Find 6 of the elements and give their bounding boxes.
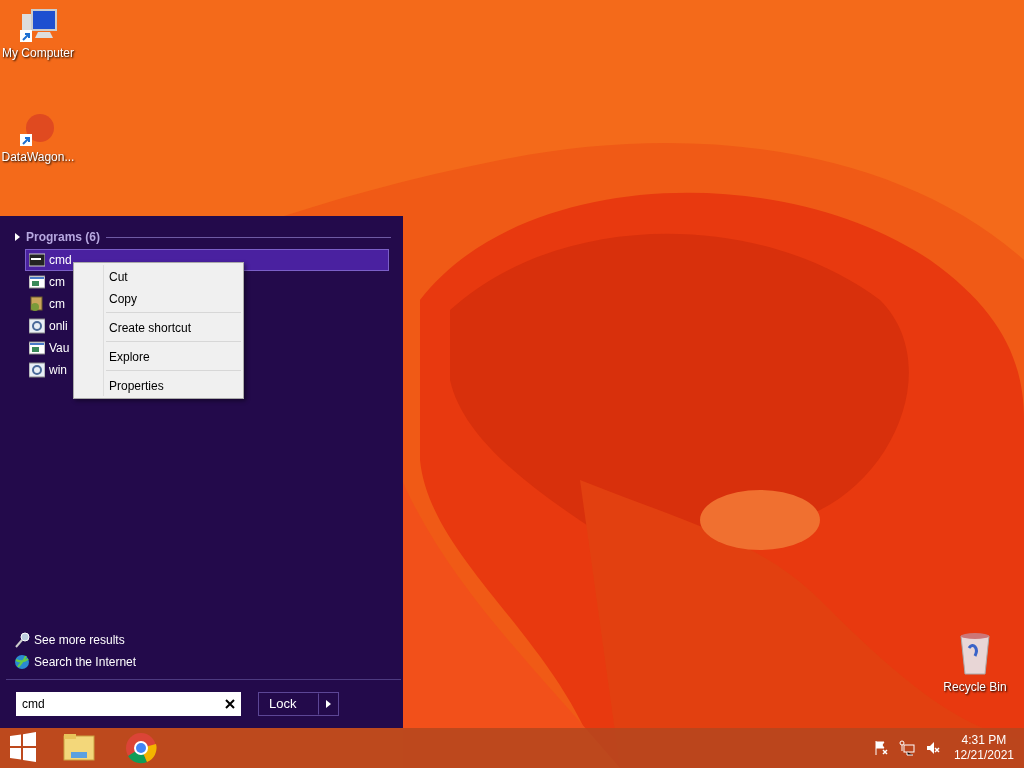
icon-label: Recycle Bin — [943, 679, 1007, 696]
clock-date: 12/21/2021 — [953, 748, 1014, 763]
icon-label: DataWagon... — [1, 149, 75, 166]
icon-label: My Computer — [2, 45, 74, 62]
clock-time: 4:31 PM — [960, 733, 1008, 748]
group-heading: Programs (6) — [26, 229, 101, 246]
